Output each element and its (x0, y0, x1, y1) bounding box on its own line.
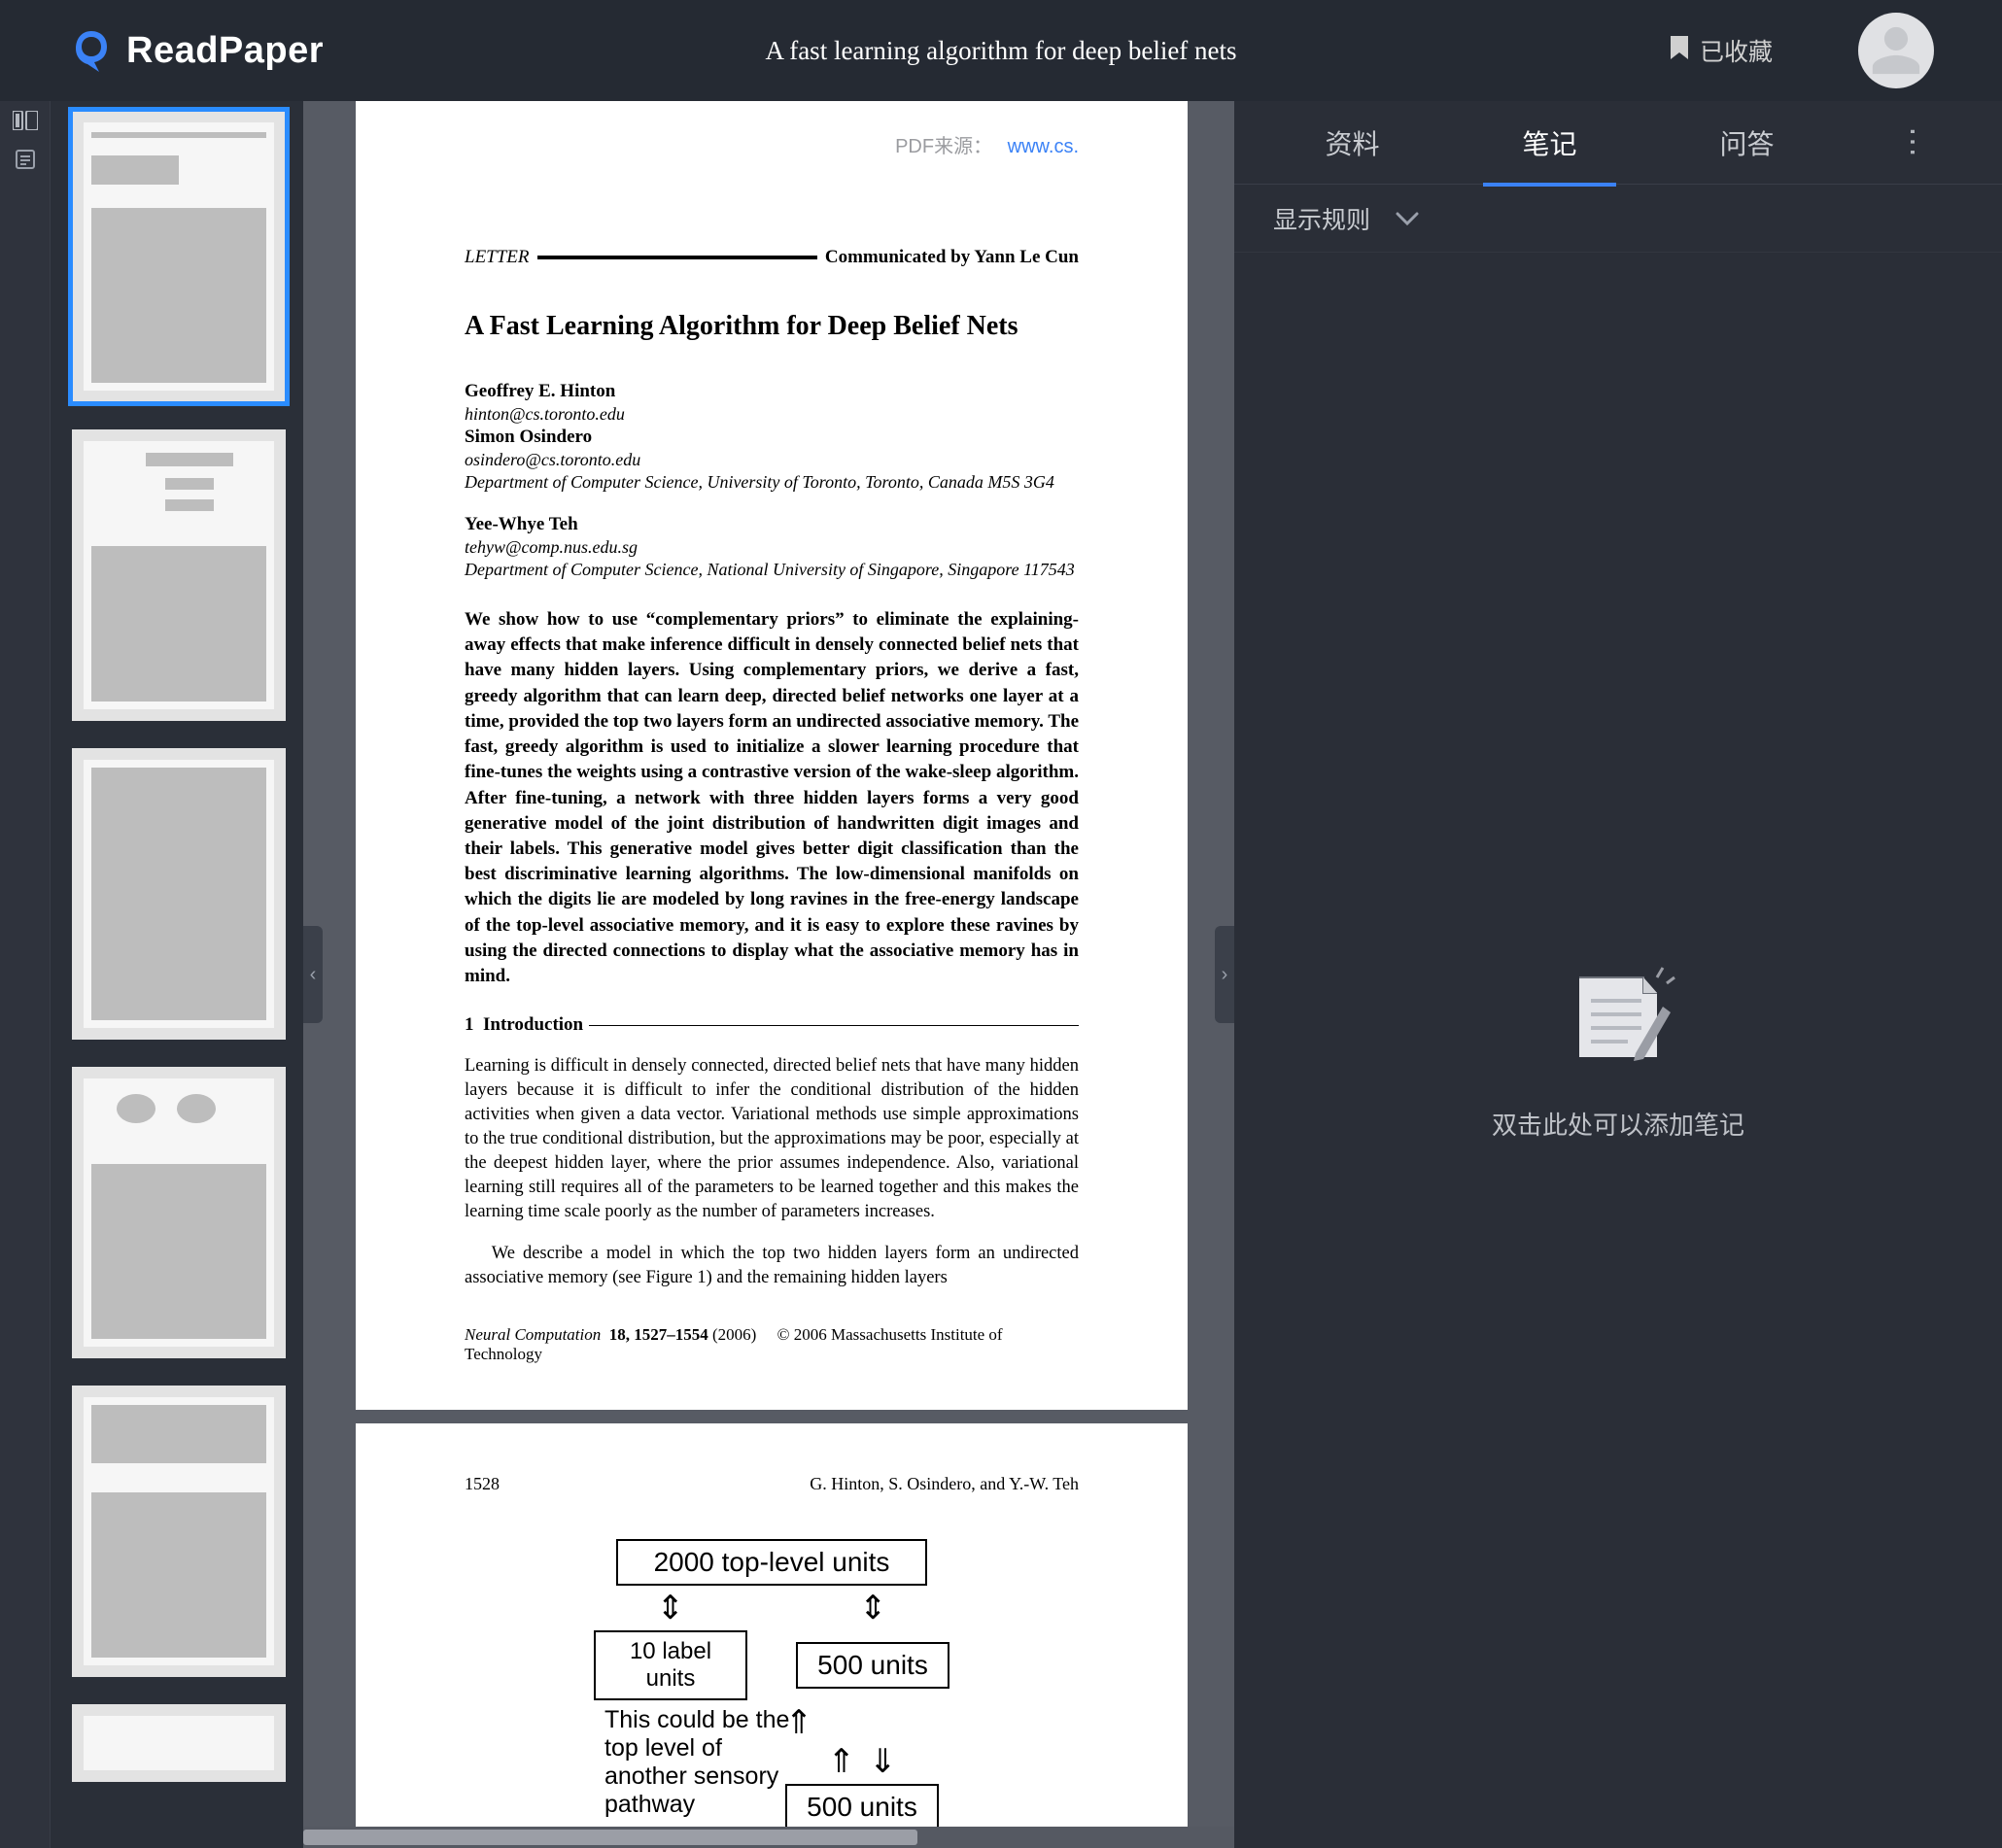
page-thumbnail[interactable] (72, 1386, 286, 1677)
page-footer: Neural Computation 18, 1527–1554 (2006) … (465, 1325, 1079, 1364)
favorite-label: 已收藏 (1700, 33, 1773, 68)
pdf-scroll-area[interactable]: PDF来源： www.cs. LETTERCommunicated by Yan… (303, 101, 1234, 1827)
body-paragraph: We describe a model in which the top two… (465, 1242, 1079, 1290)
bookmark-icon (1669, 34, 1690, 68)
right-panel: 资料 笔记 问答 ⋯ 显示规则 (1234, 101, 2002, 1848)
notes-empty-icon (1560, 960, 1676, 1067)
figure-network-diagram: 2000 top-level units ⇕⇕ 10 label units 5… (465, 1539, 1079, 1827)
thumbnail-strip (51, 101, 303, 1848)
affiliation: Department of Computer Science, Universi… (465, 472, 1079, 493)
document-title: A fast learning algorithm for deep belie… (765, 36, 1236, 66)
more-options-icon[interactable]: ⋯ (1897, 124, 1930, 161)
favorite-button[interactable]: 已收藏 (1669, 33, 1773, 68)
split-view-toggle[interactable] (0, 101, 51, 140)
body-paragraph: Learning is difficult in densely connect… (465, 1054, 1079, 1224)
page-thumbnail[interactable] (72, 748, 286, 1040)
pdf-page: 1528G. Hinton, S. Osindero, and Y.-W. Te… (356, 1423, 1188, 1827)
brand[interactable]: ReadPaper (68, 27, 324, 74)
author-email: hinton@cs.toronto.edu (465, 404, 1079, 425)
left-rail (0, 101, 51, 1848)
chevron-down-icon[interactable] (1396, 204, 1419, 232)
pdf-page: PDF来源： www.cs. LETTERCommunicated by Yan… (356, 101, 1188, 1410)
page-thumbnail[interactable] (72, 1704, 286, 1782)
figure-annotation: This could be the top level of another s… (604, 1706, 799, 1819)
author-name: Yee-Whye Teh (465, 514, 1079, 535)
page-thumbnail[interactable] (72, 1067, 286, 1358)
abstract: We show how to use “complementary priors… (465, 607, 1079, 989)
tab-info[interactable]: 资料 (1305, 100, 1398, 186)
display-rules-label: 显示规则 (1273, 201, 1370, 236)
collapse-right-handle[interactable]: › (1215, 926, 1234, 1023)
user-avatar[interactable] (1858, 13, 1934, 88)
tab-notes[interactable]: 笔记 (1502, 100, 1596, 186)
author-name: Simon Osindero (465, 427, 1079, 448)
notes-subheader: 显示规则 (1234, 185, 2002, 253)
outline-toggle[interactable] (0, 140, 51, 179)
affiliation: Department of Computer Science, National… (465, 560, 1079, 580)
pdf-source-label: PDF来源： www.cs. (895, 130, 1079, 158)
horizontal-scrollbar[interactable] (303, 1827, 1234, 1848)
author-name: Geoffrey E. Hinton (465, 381, 1079, 402)
brand-text: ReadPaper (126, 30, 324, 72)
brand-logo-icon (68, 27, 115, 74)
right-tabs: 资料 笔记 问答 ⋯ (1234, 101, 2002, 185)
author-email: tehyw@comp.nus.edu.sg (465, 537, 1079, 558)
author-email: osindero@cs.toronto.edu (465, 450, 1079, 470)
letter-line: LETTERCommunicated by Yann Le Cun (465, 247, 1079, 268)
collapse-left-handle[interactable]: ‹ (303, 926, 323, 1023)
pdf-source-link[interactable]: www.cs. (1008, 136, 1079, 157)
page-thumbnail[interactable] (72, 429, 286, 721)
pdf-viewer: ‹ › PDF来源： www.cs. LETTERCommunicated by… (303, 101, 1234, 1848)
notes-empty-hint: 双击此处可以添加笔记 (1492, 1106, 1744, 1142)
page-thumbnail[interactable] (72, 111, 286, 402)
app-header: ReadPaper A fast learning algorithm for … (0, 0, 2002, 101)
notes-empty-state[interactable]: 双击此处可以添加笔记 (1234, 253, 2002, 1848)
page-running-header: 1528G. Hinton, S. Osindero, and Y.-W. Te… (465, 1474, 1079, 1494)
paper-title: A Fast Learning Algorithm for Deep Belie… (465, 311, 1079, 342)
section-heading: 1 Introduction (465, 1014, 1079, 1036)
tab-qa[interactable]: 问答 (1700, 100, 1793, 186)
